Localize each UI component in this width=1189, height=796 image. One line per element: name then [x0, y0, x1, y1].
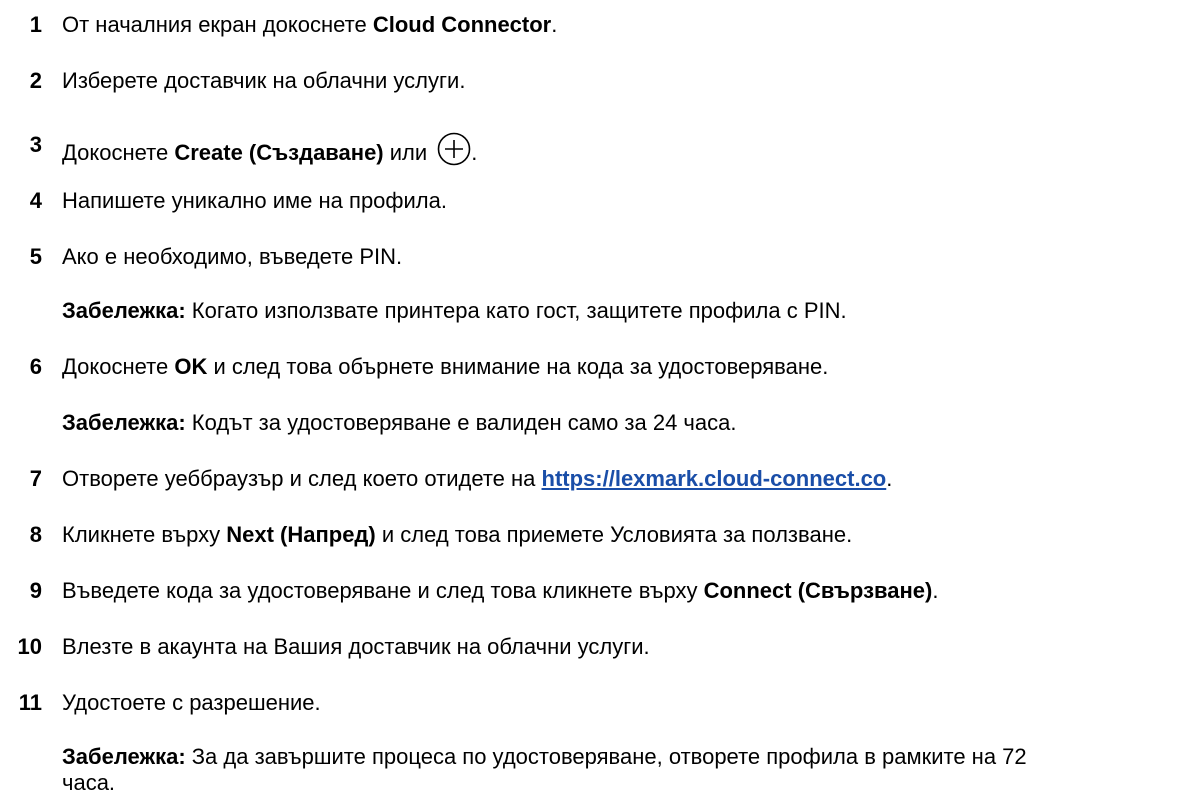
note-text: За да завършите процеса по удостоверяван… [185, 744, 1027, 769]
step-number: 8 [29, 522, 42, 547]
step-text: Удостоете с разрешение. [62, 690, 321, 715]
step-text-part: Въведете кода за удостоверяване и след т… [62, 578, 704, 603]
step-text: Докоснете Create (Създаване) или . [62, 132, 477, 172]
step-text-part: . [932, 578, 939, 603]
step-text-part: и след това приемете Условията за ползва… [375, 522, 853, 547]
cloud-connect-link[interactable]: https://lexmark.cloud-connect.co [542, 466, 887, 491]
note-text: Когато използвате принтера като гост, за… [185, 298, 847, 323]
step-bold-term: Next (Напред) [226, 522, 376, 547]
step-number: 2 [29, 68, 42, 93]
step-text: Напишете уникално име на профила. [62, 188, 447, 213]
step-bold-term: Connect (Свързване) [703, 578, 933, 603]
step-bold-term: OK [174, 354, 208, 379]
step-number: 11 [18, 690, 42, 715]
note-line: Забележка: За да завършите процеса по уд… [62, 744, 1027, 770]
note-step-6: Забележка: Кодът за удостоверяване е вал… [62, 410, 736, 436]
step-text: Въведете кода за удостоверяване и след т… [62, 578, 938, 604]
plus-circle-icon [437, 132, 471, 172]
step-text-part: . [471, 140, 478, 165]
step-text-part: От началния екран докоснете [62, 12, 373, 37]
step-text-part: . [886, 466, 893, 491]
step-text: Кликнете върху Next (Напред) и след това… [62, 522, 852, 548]
step-text-part: Отворете уеббраузър и след което отидете… [62, 466, 542, 491]
note-label: Забележка: [62, 298, 186, 323]
step-number: 4 [29, 188, 42, 213]
step-bold-term: Cloud Connector [372, 12, 552, 37]
step-number: 6 [29, 354, 42, 379]
step-text-part: Докоснете [62, 354, 175, 379]
step-number: 9 [29, 578, 42, 603]
step-text-part: или [383, 140, 434, 165]
step-number: 5 [29, 244, 42, 269]
step-text: Докоснете OK и след това обърнете вниман… [62, 354, 828, 380]
step-text: Ако е необходимо, въведете PIN. [62, 244, 403, 269]
note-step-5: Забележка: Когато използвате принтера ка… [62, 298, 847, 324]
step-text: Влезте в акаунта на Вашия доставчик на о… [62, 634, 650, 659]
step-text-part: и след това обърнете внимание на кода за… [207, 354, 829, 379]
note-label: Забележка: [62, 410, 186, 435]
note-step-11: Забележка: За да завършите процеса по уд… [62, 744, 1027, 796]
step-number: 3 [29, 132, 42, 157]
step-text: От началния екран докоснете Cloud Connec… [62, 12, 557, 38]
step-text: Изберете доставчик на облачни услуги. [62, 68, 466, 93]
step-text: Отворете уеббраузър и след което отидете… [62, 466, 892, 492]
step-number: 10 [17, 634, 42, 659]
step-text-part: . [551, 12, 558, 37]
note-text: Кодът за удостоверяване е валиден само з… [185, 410, 737, 435]
step-bold-term: Create (Създаване) [174, 140, 384, 165]
note-line: часа. [62, 770, 116, 795]
note-label: Забележка: [62, 744, 186, 769]
step-text-part: Кликнете върху [62, 522, 227, 547]
step-text-part: Докоснете [62, 140, 175, 165]
step-number: 7 [29, 466, 42, 491]
step-number: 1 [29, 12, 42, 37]
